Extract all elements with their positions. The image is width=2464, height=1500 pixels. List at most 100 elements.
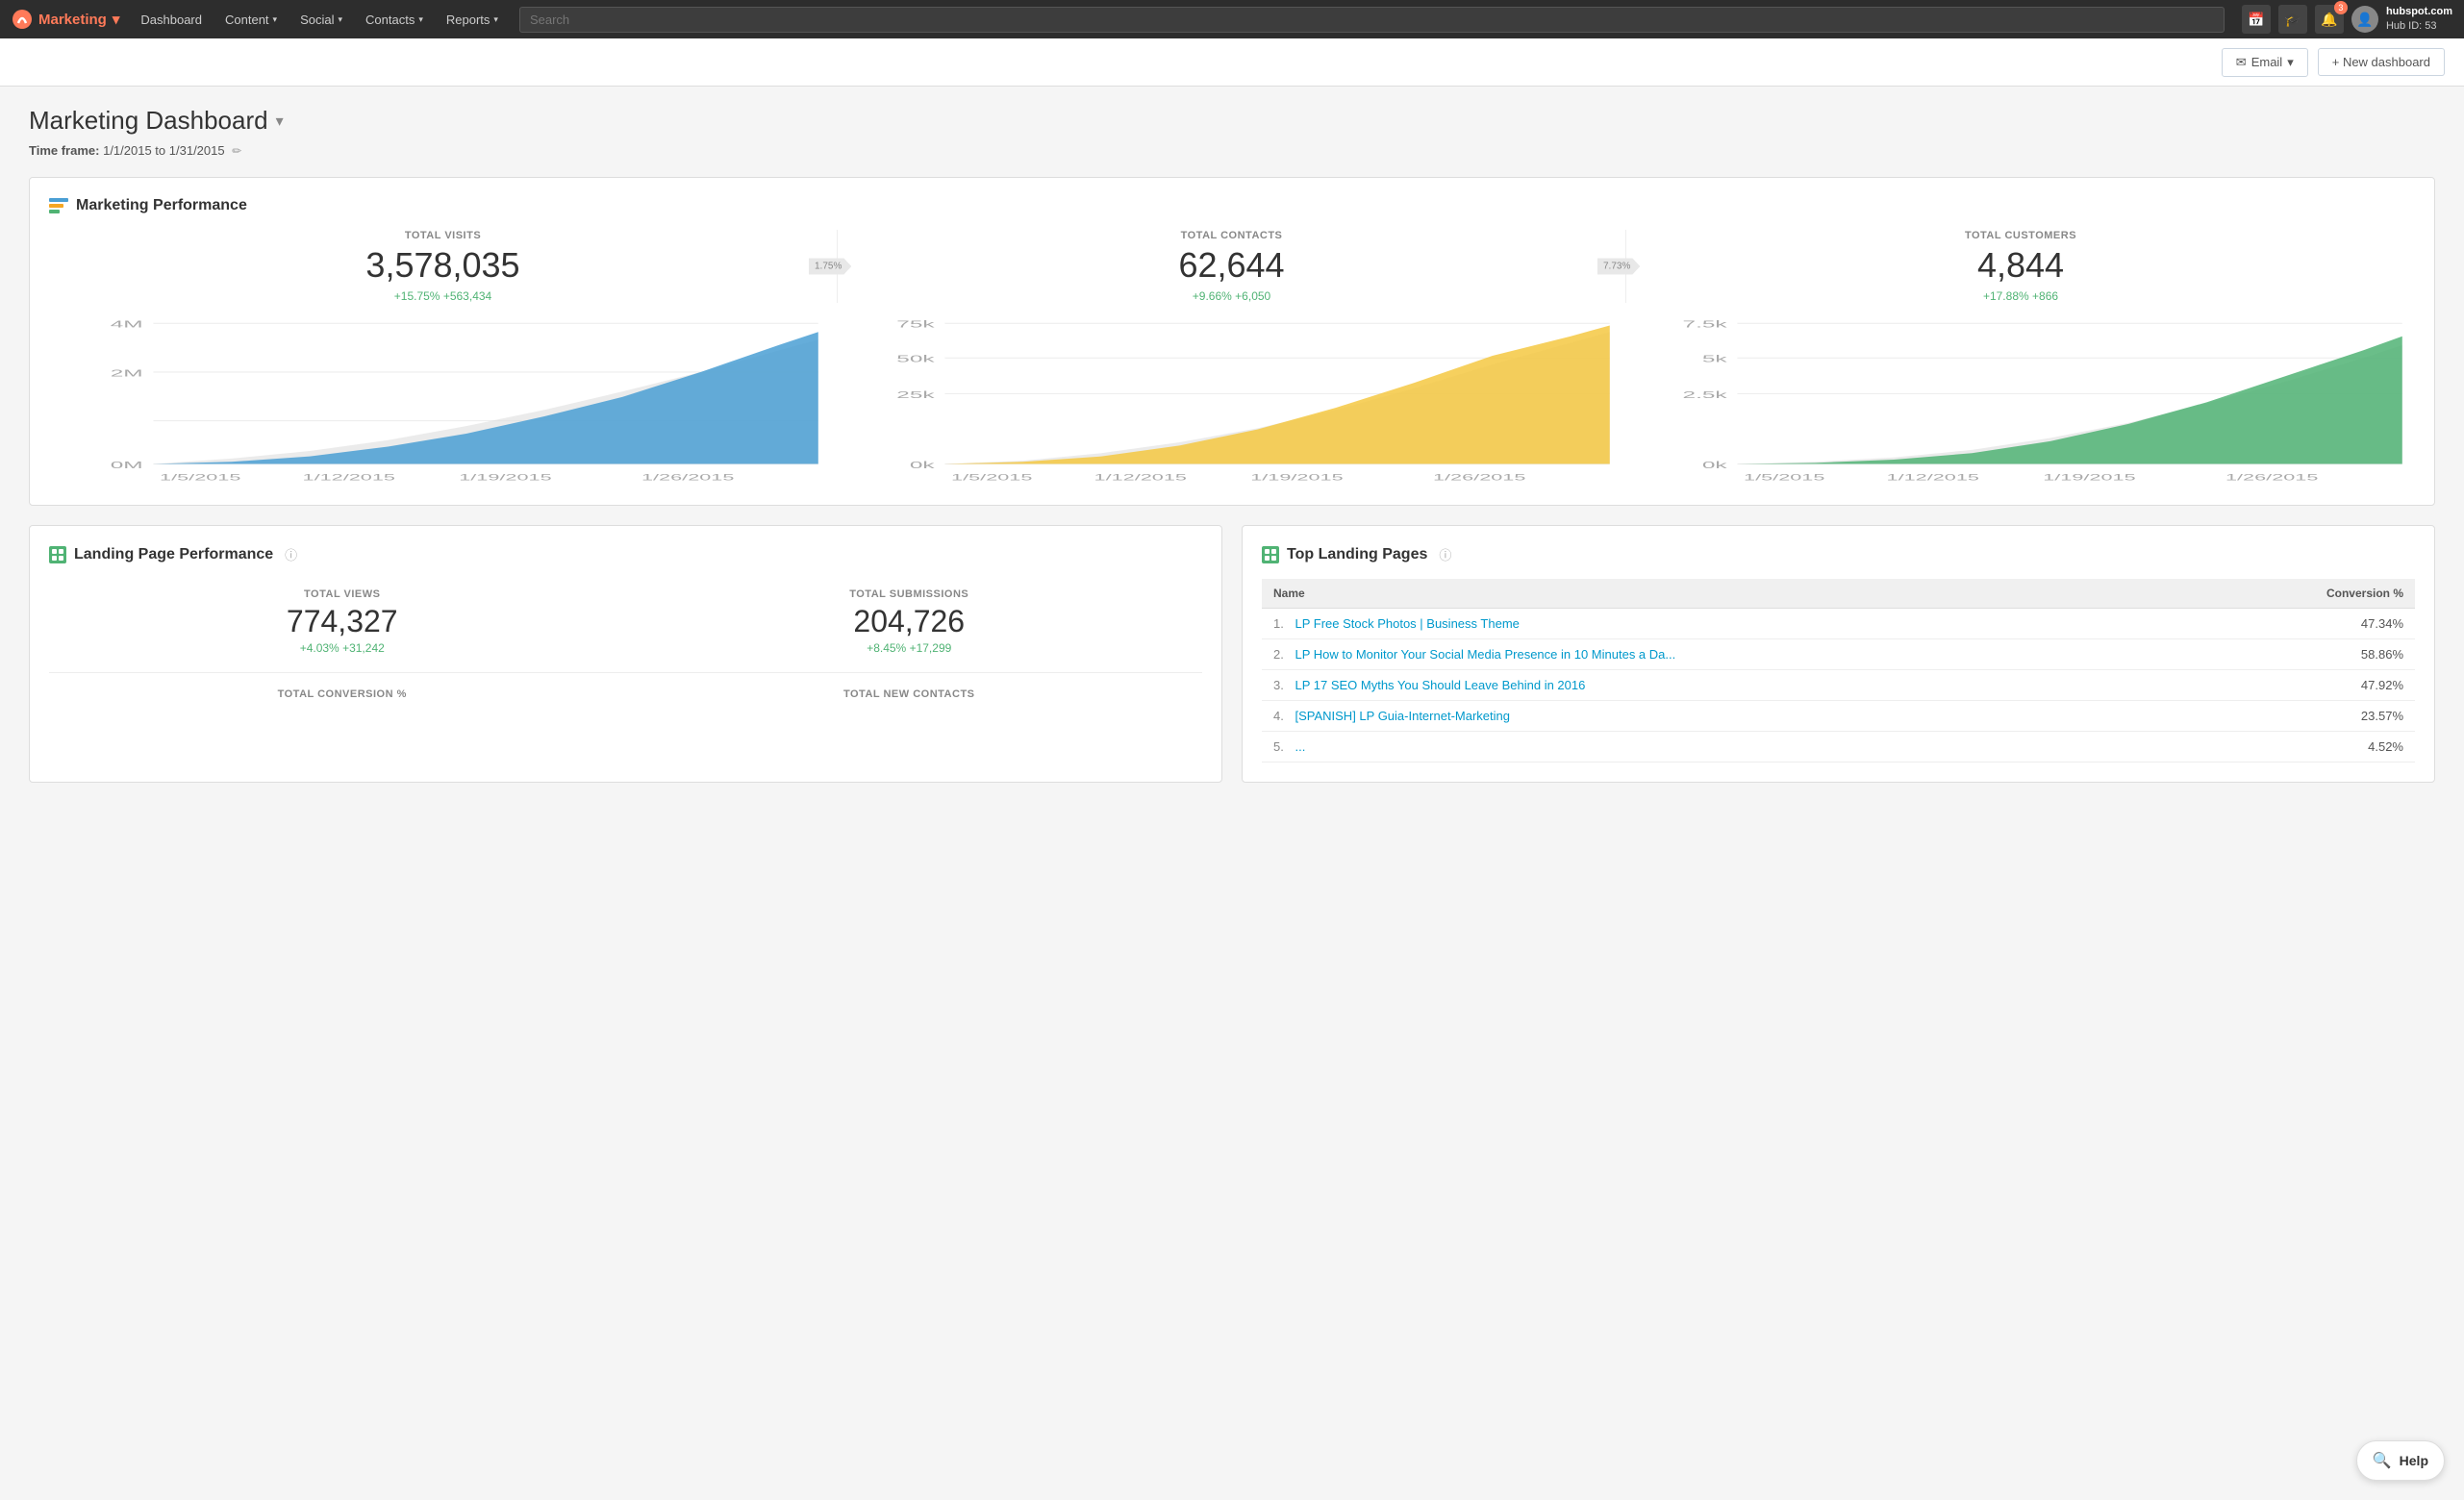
- academy-icon[interactable]: 🎓: [2278, 5, 2307, 34]
- page-title: Marketing Dashboard ▾: [29, 106, 2435, 136]
- page-name-link[interactable]: LP How to Monitor Your Social Media Pres…: [1295, 647, 1675, 662]
- nav-reports[interactable]: Reports ▾: [435, 0, 510, 38]
- landing-page-title: Landing Page Performance ⓘ: [49, 545, 1202, 563]
- marketing-performance-title: Marketing Performance: [49, 197, 2415, 214]
- new-dashboard-button[interactable]: + New dashboard: [2318, 48, 2445, 76]
- col-name-header: Name: [1262, 579, 2196, 609]
- table-row: 5. ... 4.52%: [1262, 732, 2415, 762]
- calendar-icon[interactable]: 📅: [2242, 5, 2271, 34]
- total-conversion-metric: TOTAL CONVERSION %: [68, 688, 616, 704]
- svg-text:1/12/2015: 1/12/2015: [1094, 472, 1187, 482]
- nav-content[interactable]: Content ▾: [214, 0, 289, 38]
- subbar: ✉ Email ▾ + New dashboard: [0, 38, 2464, 87]
- navbar: Marketing ▾ Dashboard Content ▾ Social ▾…: [0, 0, 2464, 38]
- notification-badge: 3: [2334, 1, 2348, 14]
- landing-page-info-icon[interactable]: ⓘ: [285, 545, 297, 563]
- svg-text:75k: 75k: [897, 319, 936, 330]
- total-submissions-metric: TOTAL SUBMISSIONS 204,726 +8.45% +17,299: [636, 588, 1184, 655]
- page-name-link[interactable]: [SPANISH] LP Guia-Internet-Marketing: [1295, 709, 1510, 723]
- user-info: hubspot.com Hub ID: 53: [2386, 5, 2452, 35]
- visits-to-contacts-badge: 1.75%: [809, 259, 851, 275]
- page-name-cell: 5. ...: [1262, 732, 2196, 762]
- help-button[interactable]: 🔍 Help: [2356, 1440, 2445, 1481]
- bottom-row: Landing Page Performance ⓘ TOTAL VIEWS 7…: [29, 525, 2435, 802]
- svg-text:1/26/2015: 1/26/2015: [1433, 472, 1525, 482]
- svg-text:0k: 0k: [1701, 460, 1727, 470]
- notifications-icon[interactable]: 🔔 3: [2315, 5, 2344, 34]
- page-conversion-cell: 4.52%: [2196, 732, 2415, 762]
- help-label: Help: [2400, 1453, 2428, 1468]
- page-conversion-cell: 23.57%: [2196, 701, 2415, 732]
- total-contacts-metric: 1.75% TOTAL CONTACTS 62,644 +9.66% +6,05…: [838, 230, 1626, 303]
- page-name-cell: 4. [SPANISH] LP Guia-Internet-Marketing: [1262, 701, 2196, 732]
- svg-text:1/26/2015: 1/26/2015: [641, 472, 734, 482]
- svg-text:5k: 5k: [1701, 354, 1727, 364]
- svg-text:1/19/2015: 1/19/2015: [459, 472, 551, 482]
- svg-text:1/19/2015: 1/19/2015: [2043, 472, 2135, 482]
- col-conversion-header: Conversion %: [2196, 579, 2415, 609]
- svg-text:1/12/2015: 1/12/2015: [1886, 472, 1978, 482]
- charts-row: 4M 2M 0M 1/5/2015 1/12/2015 1/19/2015 1/…: [49, 312, 2415, 486]
- total-views-metric: TOTAL VIEWS 774,327 +4.03% +31,242: [68, 588, 616, 655]
- landing-page-performance-card: Landing Page Performance ⓘ TOTAL VIEWS 7…: [29, 525, 1222, 783]
- svg-text:0M: 0M: [111, 460, 143, 470]
- page-name-link[interactable]: ...: [1295, 739, 1305, 754]
- svg-text:7.5k: 7.5k: [1682, 319, 1727, 330]
- contacts-to-customers-badge: 7.73%: [1597, 259, 1640, 275]
- visits-chart: 4M 2M 0M 1/5/2015 1/12/2015 1/19/2015 1/…: [49, 312, 831, 486]
- top-pages-icon: [1262, 546, 1279, 563]
- timeframe: Time frame: 1/1/2015 to 1/31/2015 ✏: [29, 143, 2435, 158]
- page-name-cell: 1. LP Free Stock Photos | Business Theme: [1262, 609, 2196, 639]
- table-row: 2. LP How to Monitor Your Social Media P…: [1262, 639, 2415, 670]
- contacts-chart: 75k 50k 25k 0k 1/5/2015 1/12/2015 1/19/2…: [841, 312, 1622, 486]
- landing-page-bottom-metrics: TOTAL CONVERSION % TOTAL NEW CONTACTS: [49, 672, 1202, 713]
- metrics-row: TOTAL VISITS 3,578,035 +15.75% +563,434 …: [49, 230, 2415, 303]
- table-row: 3. LP 17 SEO Myths You Should Leave Behi…: [1262, 670, 2415, 701]
- page-conversion-cell: 47.92%: [2196, 670, 2415, 701]
- svg-text:1/12/2015: 1/12/2015: [303, 472, 395, 482]
- table-row: 1. LP Free Stock Photos | Business Theme…: [1262, 609, 2415, 639]
- svg-text:2.5k: 2.5k: [1682, 389, 1727, 400]
- avatar[interactable]: 👤: [2351, 6, 2378, 33]
- brand-dropdown-icon[interactable]: ▾: [113, 11, 120, 28]
- page-name-cell: 3. LP 17 SEO Myths You Should Leave Behi…: [1262, 670, 2196, 701]
- table-row: 4. [SPANISH] LP Guia-Internet-Marketing …: [1262, 701, 2415, 732]
- top-pages-table: Name Conversion % 1. LP Free Stock Photo…: [1262, 579, 2415, 762]
- top-pages-info-icon[interactable]: ⓘ: [1439, 545, 1451, 563]
- page-name-link[interactable]: LP Free Stock Photos | Business Theme: [1295, 616, 1519, 631]
- customers-chart: 7.5k 5k 2.5k 0k 1/5/2015 1/12/2015 1/19/…: [1633, 312, 2415, 486]
- email-button[interactable]: ✉ Email ▾: [2222, 48, 2308, 77]
- page-name-link[interactable]: LP 17 SEO Myths You Should Leave Behind …: [1295, 678, 1585, 692]
- svg-text:4M: 4M: [111, 319, 143, 330]
- page-name-cell: 2. LP How to Monitor Your Social Media P…: [1262, 639, 2196, 670]
- svg-text:50k: 50k: [897, 354, 936, 364]
- brand-logo[interactable]: Marketing ▾: [12, 9, 119, 30]
- nav-right-actions: 📅 🎓 🔔 3 👤 hubspot.com Hub ID: 53: [2242, 5, 2452, 35]
- nav-contacts[interactable]: Contacts ▾: [354, 0, 435, 38]
- marketing-performance-card: Marketing Performance TOTAL VISITS 3,578…: [29, 177, 2435, 506]
- nav-social[interactable]: Social ▾: [289, 0, 354, 38]
- top-landing-pages-title: Top Landing Pages ⓘ: [1262, 545, 2415, 563]
- svg-text:2M: 2M: [111, 367, 143, 378]
- main-content: Marketing Dashboard ▾ Time frame: 1/1/20…: [0, 87, 2464, 821]
- svg-text:1/26/2015: 1/26/2015: [2225, 472, 2318, 482]
- total-new-contacts-metric: TOTAL NEW CONTACTS: [636, 688, 1184, 704]
- svg-text:1/5/2015: 1/5/2015: [951, 472, 1032, 482]
- page-conversion-cell: 58.86%: [2196, 639, 2415, 670]
- top-pages-table-container: Name Conversion % 1. LP Free Stock Photo…: [1262, 579, 2415, 762]
- page-conversion-cell: 47.34%: [2196, 609, 2415, 639]
- svg-text:0k: 0k: [910, 460, 936, 470]
- search-input[interactable]: [519, 7, 2225, 33]
- top-landing-pages-card: Top Landing Pages ⓘ Name Conversion % 1.…: [1242, 525, 2435, 783]
- edit-timeframe-icon[interactable]: ✏: [232, 144, 241, 158]
- nav-dashboard[interactable]: Dashboard: [129, 0, 214, 38]
- help-search-icon: 🔍: [2373, 1451, 2392, 1470]
- total-visits-metric: TOTAL VISITS 3,578,035 +15.75% +563,434: [49, 230, 838, 303]
- svg-text:25k: 25k: [897, 389, 936, 400]
- performance-chart-icon: [49, 198, 68, 213]
- brand-name: Marketing: [38, 12, 107, 28]
- svg-text:1/19/2015: 1/19/2015: [1251, 472, 1344, 482]
- landing-page-metrics: TOTAL VIEWS 774,327 +4.03% +31,242 TOTAL…: [49, 579, 1202, 664]
- search-bar: [519, 7, 2225, 33]
- dashboard-dropdown-icon[interactable]: ▾: [276, 112, 284, 131]
